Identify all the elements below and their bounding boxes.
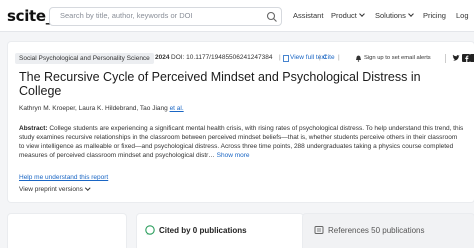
- preprint-versions-toggle[interactable]: View preprint versions: [19, 185, 91, 193]
- meta-separator: |: [279, 54, 281, 61]
- tab-cited-by-label: Cited by 0 publications: [159, 226, 247, 235]
- twitter-icon[interactable]: [452, 54, 460, 62]
- tab-references-label: References 50 publications: [328, 226, 425, 235]
- nav-assistant[interactable]: Assistant: [293, 11, 323, 20]
- chevron-down-icon: [408, 11, 414, 17]
- speech-bubble-icon: [145, 225, 155, 235]
- chevron-down-icon: [85, 185, 91, 191]
- search-placeholder: Search by title, author, keywords or DOI: [60, 11, 193, 20]
- author-list: Kathryn M. Kroeper, Laura K. Hildebrand,…: [19, 105, 184, 112]
- facebook-icon[interactable]: [462, 54, 470, 62]
- doi-text: DOI: 10.1177/19485506241247384: [171, 54, 273, 61]
- vertical-divider: [445, 54, 446, 63]
- paper-title: The Recursive Cycle of Perceived Mindset…: [19, 70, 421, 98]
- email-alerts-link[interactable]: Sign up to set email alerts: [364, 55, 431, 61]
- tab-cited-by[interactable]: Cited by 0 publications: [137, 214, 303, 248]
- help-understand-link[interactable]: Help me understand this report: [19, 174, 108, 181]
- preprint-versions-label: View preprint versions: [19, 186, 83, 193]
- authors-text: Kathryn M. Kroeper, Laura K. Hildebrand,…: [19, 105, 168, 112]
- search-icon[interactable]: [266, 11, 278, 23]
- side-panel: [8, 214, 126, 248]
- bell-icon[interactable]: [355, 55, 362, 62]
- references-icon: [314, 226, 324, 234]
- cite-link[interactable]: Cite: [323, 54, 335, 61]
- top-navigation-bar: scite_ Search by title, author, keywords…: [0, 0, 474, 32]
- search-input[interactable]: Search by title, author, keywords or DOI: [49, 7, 282, 26]
- scite-logo[interactable]: scite_: [7, 7, 53, 25]
- chevron-down-icon: [359, 11, 365, 17]
- abstract: Abstract: College students are experienc…: [19, 124, 464, 160]
- nav-pricing[interactable]: Pricing: [423, 11, 446, 20]
- meta-separator: |: [319, 54, 321, 61]
- et-al-link[interactable]: et al.: [170, 105, 184, 112]
- tab-references[interactable]: References 50 publications: [303, 214, 474, 248]
- meta-separator: |: [338, 54, 340, 61]
- nav-product-label: Product: [331, 11, 357, 20]
- publication-year: 2024: [155, 54, 170, 61]
- show-more-link[interactable]: Show more: [217, 152, 250, 159]
- nav-login[interactable]: Log: [456, 11, 469, 20]
- nav-product[interactable]: Product: [331, 11, 365, 20]
- abstract-label: Abstract:: [19, 125, 48, 132]
- nav-solutions[interactable]: Solutions: [375, 11, 414, 20]
- linkedin-icon[interactable]: [470, 54, 474, 62]
- nav-solutions-label: Solutions: [375, 11, 406, 20]
- document-icon: [283, 55, 289, 62]
- journal-badge[interactable]: Social Psychological and Personality Sci…: [15, 53, 154, 64]
